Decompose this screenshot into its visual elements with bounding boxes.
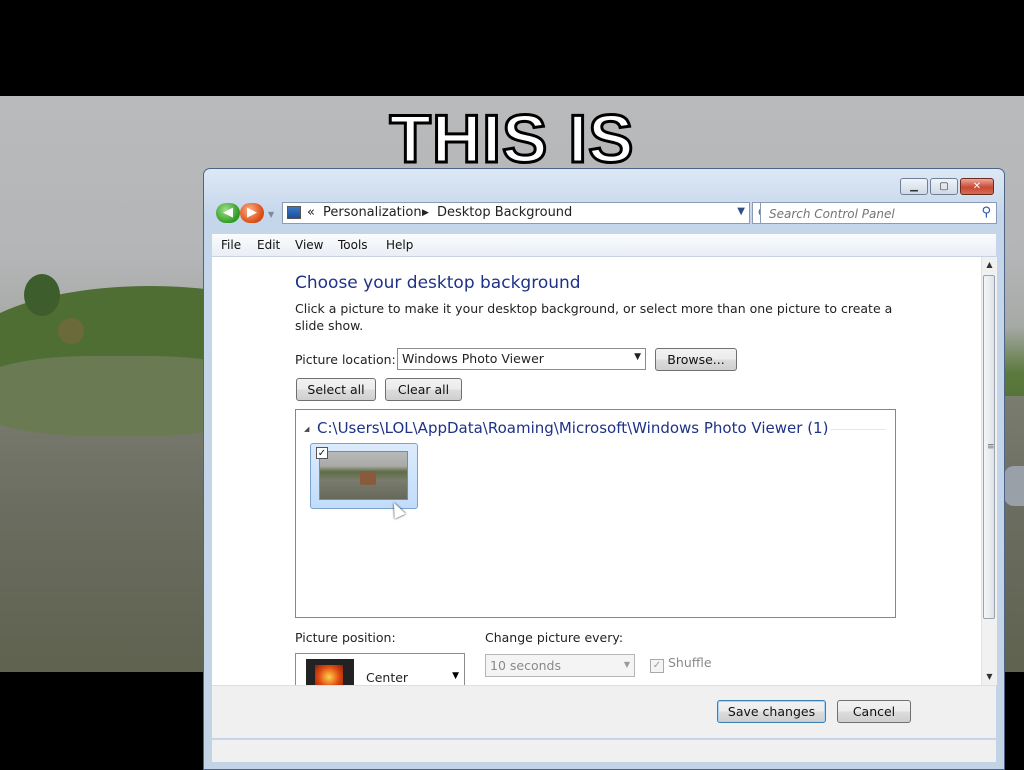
breadcrumb-overflow[interactable]: « [307,205,315,220]
button-footer: Save changes Cancel [212,685,996,738]
control-panel-icon [287,206,301,219]
thumbnail-checkbox[interactable]: ✓ [316,447,328,459]
search-icon[interactable]: ⚲ [981,205,991,220]
menu-view[interactable]: View [295,238,323,252]
clear-all-button[interactable]: Clear all [385,378,462,401]
cancel-button[interactable]: Cancel [837,700,911,723]
menu-help[interactable]: Help [386,238,413,252]
chevron-down-icon: ▼ [634,352,641,362]
recent-pages-icon[interactable]: ▼ [268,210,274,219]
address-bar[interactable]: « Personalization ▶ Desktop Background ▼ [282,202,750,224]
navigation-bar: ◀ ▶ ▼ « Personalization ▶ Desktop Backgr… [214,202,997,226]
scroll-thumb[interactable]: ≡ [983,275,995,619]
shuffle-label: Shuffle [668,655,712,670]
collapse-group-icon[interactable]: ◢ [304,425,309,433]
scroll-down-icon[interactable]: ▼ [982,669,997,685]
control-panel-window: ▁ ▢ ✕ ◀ ▶ ▼ « Personalization ▶ Desktop … [203,168,1005,770]
menu-file[interactable]: File [221,238,241,252]
breadcrumb-personalization[interactable]: Personalization [323,205,422,220]
picture-location-select[interactable]: Windows Photo Viewer ▼ [397,348,646,370]
breadcrumb-separator-icon[interactable]: ▶ [422,205,429,222]
menu-tools[interactable]: Tools [338,238,368,252]
select-all-button[interactable]: Select all [296,378,376,401]
shuffle-checkbox[interactable]: ✓ [650,659,664,673]
search-box[interactable]: ⚲ [760,202,997,224]
picture-position-label: Picture position: [295,630,396,645]
menu-bar: File Edit View Tools Help [212,234,996,257]
change-interval-value: 10 seconds [490,658,561,673]
bush [58,318,84,344]
minimize-icon[interactable]: ▁ [900,178,928,195]
picture-position-value: Center [366,670,409,685]
close-icon[interactable]: ✕ [960,178,994,195]
change-picture-label: Change picture every: [485,630,624,645]
chevron-down-icon: ▼ [623,660,630,669]
address-dropdown-icon[interactable]: ▼ [737,206,745,217]
maximize-icon[interactable]: ▢ [930,178,958,195]
group-header[interactable]: C:\Users\LOL\AppData\Roaming\Microsoft\W… [317,419,828,437]
breadcrumb-desktop-background[interactable]: Desktop Background [437,205,572,220]
group-divider [830,429,886,430]
back-arrow-icon[interactable]: ◀ [216,203,240,223]
tree [24,274,60,316]
save-changes-button[interactable]: Save changes [717,700,826,723]
chevron-down-icon: ▼ [452,671,459,681]
picture-list[interactable]: ◢ C:\Users\LOL\AppData\Roaming\Microsoft… [295,409,896,618]
scroll-up-icon[interactable]: ▲ [982,257,997,273]
position-preview-icon [306,659,354,687]
window-controls: ▁ ▢ ✕ [900,178,994,195]
status-bar [212,739,996,762]
menu-edit[interactable]: Edit [257,238,280,252]
picture-position-select[interactable]: Center ▼ [295,653,465,687]
picture-location-value: Windows Photo Viewer [402,351,544,366]
forward-arrow-icon[interactable]: ▶ [240,203,264,223]
page-title: Choose your desktop background [295,273,581,293]
meme-caption: THIS IS [388,101,635,177]
vertical-scrollbar[interactable]: ▲ ≡ ▼ [981,257,997,685]
picture-thumbnail[interactable]: ✓ [310,443,418,509]
page-description: Click a picture to make it your desktop … [295,301,893,333]
windmill [1004,466,1024,506]
search-input[interactable] [767,204,971,224]
change-interval-select[interactable]: 10 seconds ▼ [485,654,635,677]
browse-button[interactable]: Browse... [655,348,737,371]
picture-location-label: Picture location: [295,352,396,367]
shuffle-option[interactable]: ✓ Shuffle [650,655,712,673]
thumbnail-image [319,451,408,500]
